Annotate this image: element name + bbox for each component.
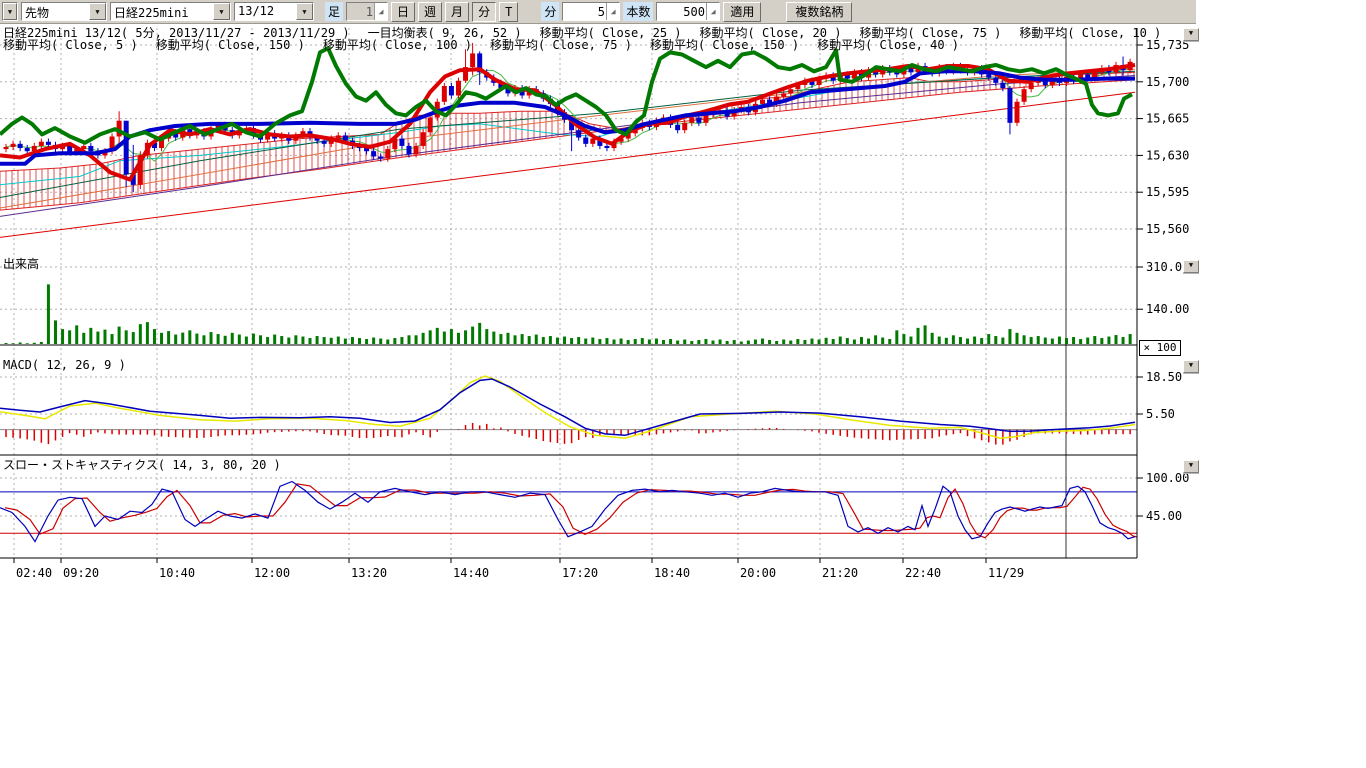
gridlines bbox=[0, 28, 1137, 558]
indicator-label: 移動平均( Close, 10 ) bbox=[1019, 26, 1161, 40]
macd-signal-line bbox=[0, 379, 1135, 435]
svg-text:140.00: 140.00 bbox=[1146, 302, 1189, 316]
count-label: 本数 bbox=[623, 2, 653, 21]
macd-pane-label: MACD( 12, 26, 9 ) bbox=[3, 359, 126, 371]
svg-text:15,560: 15,560 bbox=[1146, 222, 1189, 236]
count-input[interactable] bbox=[657, 3, 706, 20]
stoch-pane bbox=[0, 482, 1140, 542]
chevron-down-icon: ▼ bbox=[1189, 261, 1193, 269]
svg-text:20:00: 20:00 bbox=[740, 566, 776, 580]
period-week-button[interactable]: 週 bbox=[418, 2, 442, 22]
svg-text:14:40: 14:40 bbox=[453, 566, 489, 580]
svg-text:12:00: 12:00 bbox=[254, 566, 290, 580]
volume-multiplier-label: × 100 bbox=[1139, 340, 1181, 356]
spinner-icon[interactable]: ◢ bbox=[606, 3, 619, 20]
indicator-label: 移動平均( Close, 40 ) bbox=[817, 38, 959, 52]
toolbar: ▼ 先物 ▼ 日経225mini ▼ 13/12 ▼ 足 ◢ 日 週 月 分 T… bbox=[0, 0, 1196, 24]
chevron-down-icon[interactable]: ▼ bbox=[89, 3, 106, 20]
chevron-down-icon: ▼ bbox=[1189, 461, 1193, 469]
volume-bars bbox=[6, 284, 1130, 344]
symbol-combo-value: 日経225mini bbox=[111, 3, 213, 20]
indicator-label: 移動平均( Close, 150 ) bbox=[650, 38, 799, 52]
volume-pane-label: 出来高 bbox=[3, 258, 39, 270]
chart-header-line2: 移動平均( Close, 5 ) 移動平均( Close, 150 ) 移動平均( … bbox=[3, 39, 977, 51]
macd-line bbox=[0, 376, 1135, 438]
ichimoku-cloud bbox=[0, 72, 1135, 210]
period-tick-button[interactable]: T bbox=[499, 2, 518, 22]
bar-interval-input[interactable] bbox=[347, 3, 374, 20]
minute-label: 分 bbox=[541, 2, 559, 21]
period-month-button[interactable]: 月 bbox=[445, 2, 469, 22]
svg-text:11/29: 11/29 bbox=[988, 566, 1024, 580]
svg-text:09:20: 09:20 bbox=[63, 566, 99, 580]
indicator-label: 移動平均( Close, 75 ) bbox=[490, 38, 632, 52]
chevron-down-icon[interactable]: ▼ bbox=[296, 3, 313, 20]
stoch-pane-label: スロー・ストキャスティクス( 14, 3, 80, 20 ) bbox=[3, 459, 281, 471]
svg-text:13:20: 13:20 bbox=[351, 566, 387, 580]
svg-text:15,630: 15,630 bbox=[1146, 148, 1189, 162]
svg-text:22:40: 22:40 bbox=[905, 566, 941, 580]
app-window: ▼ 先物 ▼ 日経225mini ▼ 13/12 ▼ 足 ◢ 日 週 月 分 T… bbox=[0, 0, 1366, 768]
chevron-down-icon: ▼ bbox=[1189, 29, 1193, 37]
market-combo[interactable]: 先物 ▼ bbox=[21, 2, 107, 21]
contract-combo[interactable]: 13/12 ▼ bbox=[234, 2, 314, 21]
period-day-button[interactable]: 日 bbox=[391, 2, 415, 22]
chart-canvas[interactable]: 15,73515,70015,66515,63015,59515,560310.… bbox=[0, 0, 1200, 600]
mini-combo[interactable]: ▼ bbox=[2, 2, 18, 21]
volume-pane-menu-button[interactable]: ▼ bbox=[1183, 260, 1199, 273]
stoch-k-line bbox=[0, 482, 1135, 542]
period-minute-button[interactable]: 分 bbox=[472, 2, 496, 22]
svg-text:45.00: 45.00 bbox=[1146, 509, 1182, 523]
minute-input[interactable] bbox=[563, 3, 606, 20]
svg-text:100.00: 100.00 bbox=[1146, 471, 1189, 485]
apply-button[interactable]: 適用 bbox=[723, 2, 761, 22]
macd-pane-menu-button[interactable]: ▼ bbox=[1183, 360, 1199, 373]
spinner-icon[interactable]: ◢ bbox=[374, 3, 387, 20]
macd-pane bbox=[0, 376, 1137, 444]
market-combo-value: 先物 bbox=[22, 3, 89, 20]
svg-text:21:20: 21:20 bbox=[822, 566, 858, 580]
chevron-down-icon[interactable]: ▼ bbox=[213, 3, 230, 20]
indicator-label: 移動平均( Close, 150 ) bbox=[156, 38, 305, 52]
symbol-combo[interactable]: 日経225mini ▼ bbox=[110, 2, 231, 21]
count-input-group: ◢ bbox=[656, 2, 720, 21]
price-pane-menu-button[interactable]: ▼ bbox=[1183, 28, 1199, 41]
indicator-label: 移動平均( Close, 5 ) bbox=[3, 38, 138, 52]
multi-symbol-button[interactable]: 複数銘柄 bbox=[786, 2, 852, 22]
svg-text:15,665: 15,665 bbox=[1146, 112, 1189, 126]
bar-interval-input-group: ◢ bbox=[346, 2, 388, 21]
spinner-icon[interactable]: ◢ bbox=[706, 3, 719, 20]
svg-text:15,700: 15,700 bbox=[1146, 75, 1189, 89]
svg-text:18.50: 18.50 bbox=[1146, 370, 1182, 384]
indicator-label: 移動平均( Close, 100 ) bbox=[323, 38, 472, 52]
base-line bbox=[0, 71, 1135, 164]
svg-text:10:40: 10:40 bbox=[159, 566, 195, 580]
bar-label: 足 bbox=[325, 2, 343, 21]
svg-text:5.50: 5.50 bbox=[1146, 407, 1175, 421]
svg-text:17:20: 17:20 bbox=[562, 566, 598, 580]
svg-text:02:40: 02:40 bbox=[16, 566, 52, 580]
stoch-pane-menu-button[interactable]: ▼ bbox=[1183, 460, 1199, 473]
svg-text:15,595: 15,595 bbox=[1146, 185, 1189, 199]
chevron-down-icon[interactable]: ▼ bbox=[3, 3, 17, 20]
ma-orange bbox=[0, 69, 1135, 208]
chevron-down-icon: ▼ bbox=[1189, 361, 1193, 369]
price-pane bbox=[0, 43, 1135, 344]
svg-text:18:40: 18:40 bbox=[654, 566, 690, 580]
contract-combo-value: 13/12 bbox=[235, 3, 296, 20]
minute-input-group: ◢ bbox=[562, 2, 620, 21]
